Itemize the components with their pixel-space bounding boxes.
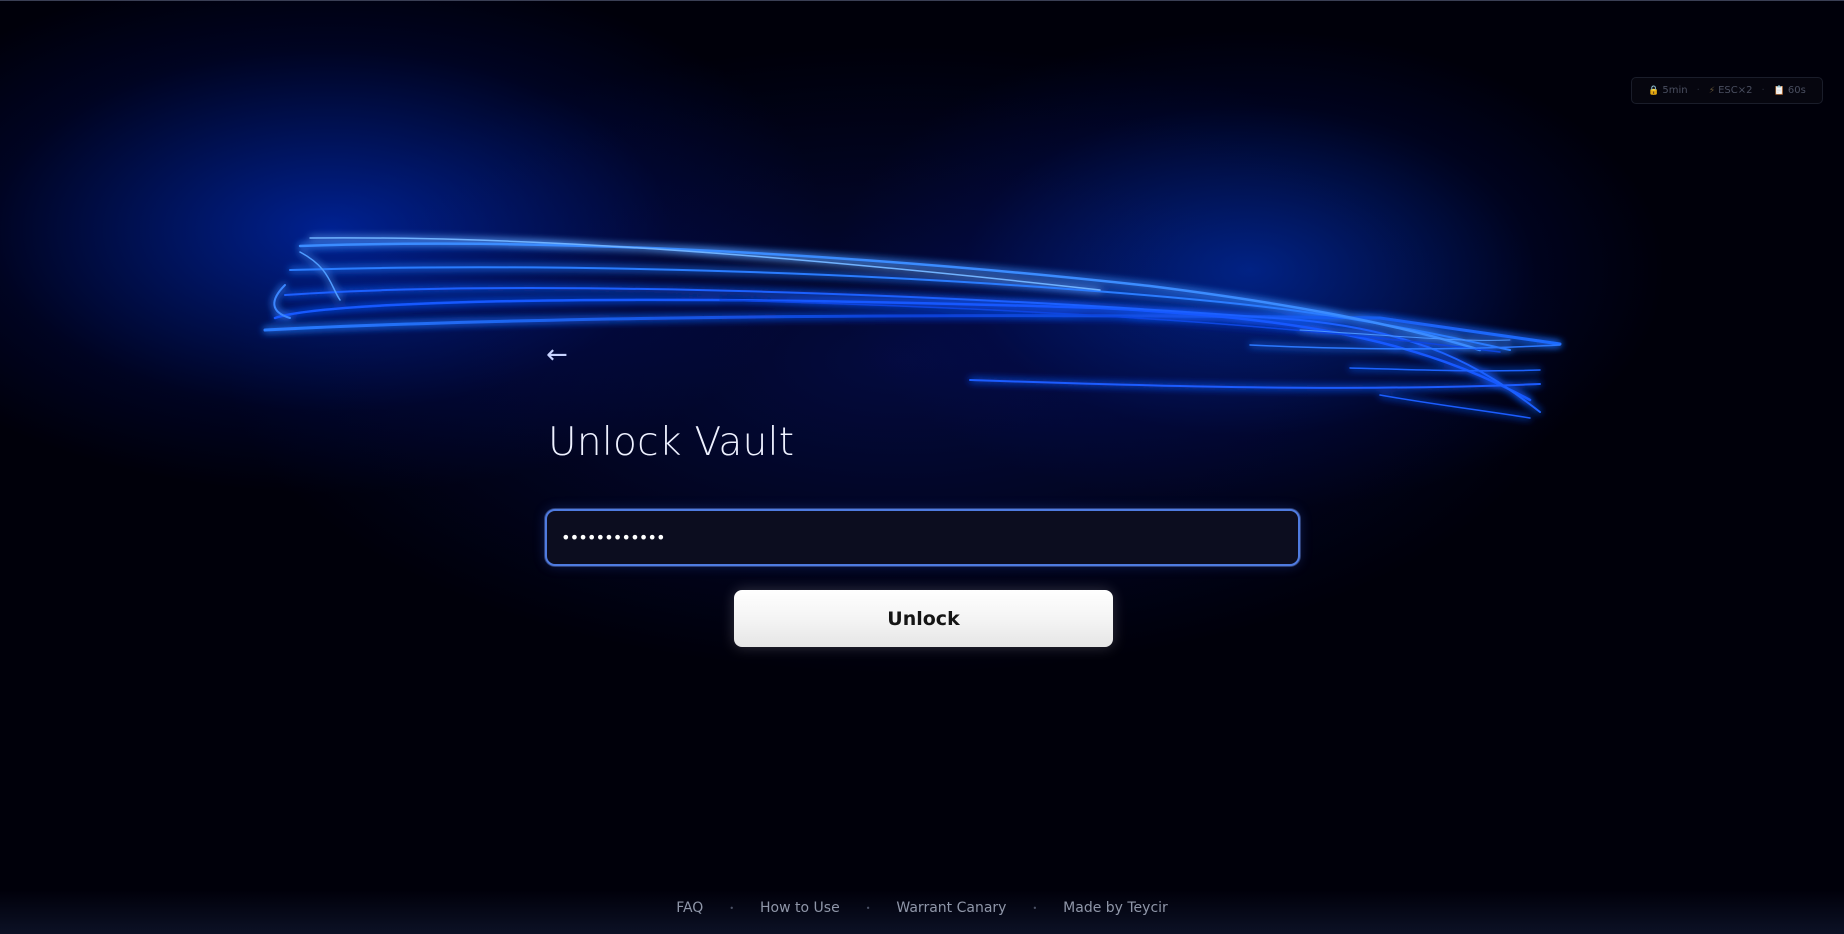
auto-lock-timer: 🔒 5min	[1648, 85, 1687, 96]
status-separator: ·	[1696, 85, 1700, 96]
top-border	[0, 0, 1844, 1]
auto-lock-value: 5min	[1662, 85, 1688, 96]
clipboard-clear-timer: 📋 60s	[1774, 85, 1806, 96]
page-title: Unlock Vault	[548, 420, 795, 465]
made-by-link[interactable]: Made by Teycir	[1063, 900, 1168, 916]
panic-shortcut: ⚡ ESC×2	[1709, 85, 1753, 96]
warrant-canary-link[interactable]: Warrant Canary	[896, 900, 1006, 916]
footer-separator: •	[865, 903, 871, 913]
session-status-bar: 🔒 5min · ⚡ ESC×2 · 📋 60s	[1631, 77, 1823, 104]
password-input[interactable]	[561, 511, 1281, 564]
faq-link[interactable]: FAQ	[676, 900, 703, 916]
light-streak-decoration	[263, 237, 1562, 419]
lightning-icon: ⚡	[1708, 85, 1716, 96]
status-separator: ·	[1761, 85, 1765, 96]
footer-separator: •	[729, 903, 735, 913]
lock-icon: 🔒	[1648, 85, 1660, 96]
clipboard-icon: 📋	[1773, 85, 1785, 96]
unlock-button[interactable]: Unlock	[734, 590, 1113, 647]
back-arrow-icon[interactable]: ←	[546, 340, 576, 370]
footer-separator: •	[1032, 903, 1038, 913]
panic-shortcut-value: ESC×2	[1718, 85, 1753, 96]
password-field-frame[interactable]	[545, 509, 1300, 566]
how-to-use-link[interactable]: How to Use	[760, 900, 840, 916]
clipboard-clear-value: 60s	[1787, 85, 1806, 96]
footer-links: FAQ • How to Use • Warrant Canary • Made…	[0, 900, 1844, 916]
vault-unlock-screen: 🔒 5min · ⚡ ESC×2 · 📋 60s ← Unlock Vault …	[0, 0, 1844, 934]
